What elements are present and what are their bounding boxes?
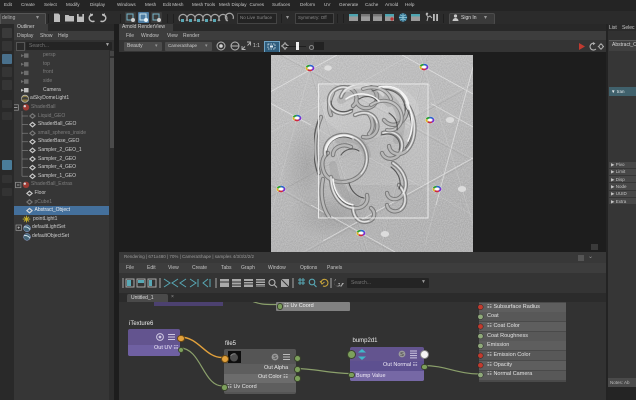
svg-text:S: S	[273, 355, 277, 361]
svg-text:S: S	[400, 352, 404, 358]
